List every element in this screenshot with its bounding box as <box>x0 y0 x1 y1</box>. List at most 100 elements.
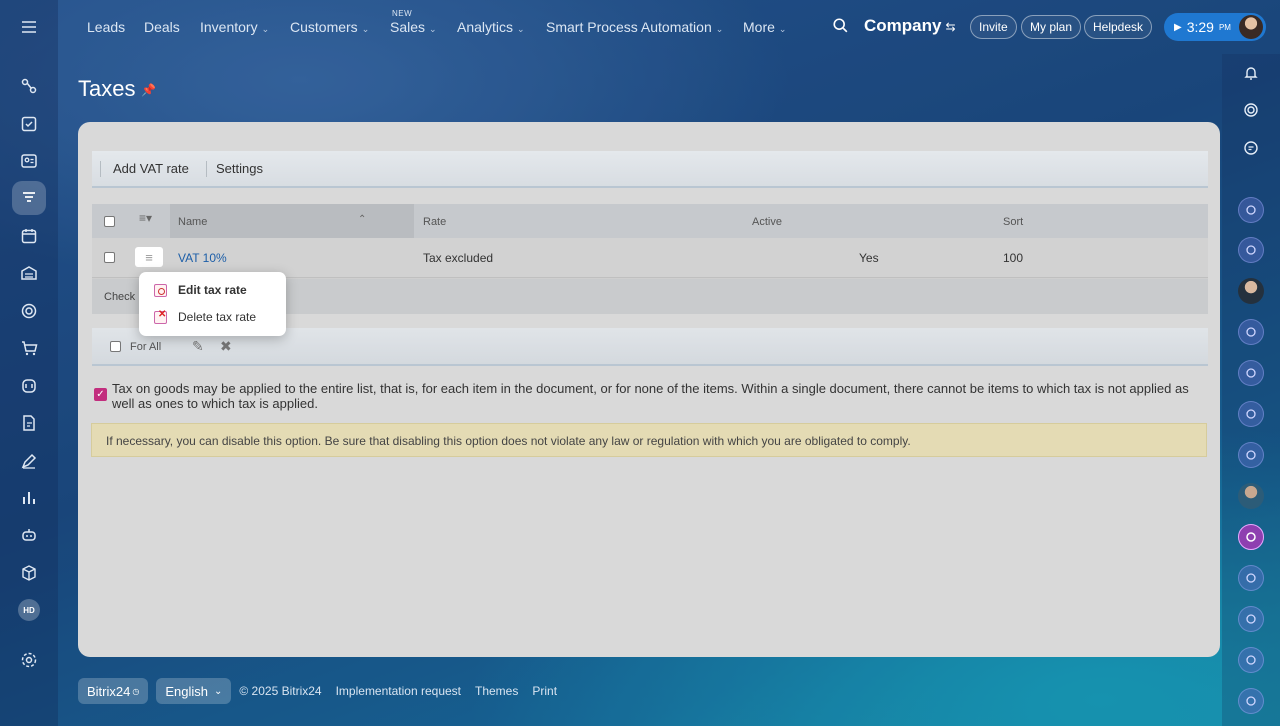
new-badge: NEW <box>392 9 413 18</box>
nav-smart-process[interactable]: Smart Process Automation ⌄ <box>546 19 723 35</box>
tax-option-checkbox[interactable]: ✓ <box>94 388 107 401</box>
page-footer: Bitrix24 ◷ English ⌄ © 2025 Bitrix24 Imple… <box>78 678 571 704</box>
left-sidebar: HD <box>0 0 58 726</box>
copilot-chat-icon[interactable] <box>1238 237 1264 263</box>
chat-icon[interactable] <box>1238 135 1264 161</box>
copilot-chat-icon[interactable] <box>1238 442 1264 468</box>
nav-inventory-label: Inventory <box>200 19 258 35</box>
nav-sales[interactable]: Sales ⌄ <box>390 19 437 35</box>
target-icon[interactable] <box>12 294 46 328</box>
copilot-chat-icon[interactable] <box>1238 197 1264 223</box>
nav-more[interactable]: More ⌄ <box>743 19 786 35</box>
contact-avatar[interactable] <box>1238 278 1264 304</box>
my-plan-label: My plan <box>1030 20 1073 34</box>
column-settings-icon[interactable]: ≡▾ <box>139 211 152 225</box>
chevron-down-icon: ⌄ <box>261 24 270 34</box>
chevron-down-icon: ⌄ <box>361 24 370 34</box>
row-actions-menu-icon[interactable]: ≡ <box>135 247 163 267</box>
document-icon[interactable] <box>12 406 46 440</box>
top-nav: Leads Deals Inventory ⌄ Customers ⌄ NEW Sa… <box>58 0 1280 54</box>
nav-inventory[interactable]: Inventory ⌄ <box>200 19 269 35</box>
add-vat-rate-button[interactable]: Add VAT rate <box>113 161 189 176</box>
copilot-chat-icon[interactable] <box>1238 524 1264 550</box>
headset-icon[interactable] <box>12 369 46 403</box>
toolbar-separator <box>100 161 101 177</box>
language-select[interactable]: English ⌄ <box>156 678 232 704</box>
edit-tax-rate-label: Edit tax rate <box>178 283 247 297</box>
helpdesk-button[interactable]: Helpdesk <box>1084 15 1153 39</box>
copilot-chat-icon[interactable] <box>1238 565 1264 591</box>
themes-link[interactable]: Themes <box>475 684 518 698</box>
copilot-icon[interactable] <box>1238 97 1264 123</box>
language-label: English <box>165 683 208 699</box>
for-all-label: For All <box>130 341 162 353</box>
select-all-checkbox[interactable] <box>104 216 115 227</box>
edit-icon <box>154 283 167 297</box>
nav-leads[interactable]: Leads <box>87 19 125 35</box>
warehouse-icon[interactable] <box>12 256 46 290</box>
row-checkbox[interactable] <box>104 252 115 263</box>
tasks-icon[interactable] <box>12 107 46 141</box>
calendar-icon[interactable] <box>12 219 46 253</box>
invite-label: Invite <box>979 20 1008 34</box>
helpdesk-label: Helpdesk <box>1093 20 1144 34</box>
implementation-request-link[interactable]: Implementation request <box>336 684 461 698</box>
delete-tax-rate-menu-item[interactable]: Delete tax rate <box>139 304 286 330</box>
nav-customers-label: Customers <box>290 19 358 35</box>
menu-icon[interactable] <box>12 10 46 44</box>
worktime-button[interactable]: ▶ 3:29 PM <box>1164 13 1266 41</box>
company-name: Company <box>864 16 942 35</box>
nav-analytics[interactable]: Analytics ⌄ <box>457 19 525 35</box>
swap-icon: ⇆ <box>945 20 956 34</box>
nav-customers[interactable]: Customers ⌄ <box>290 19 369 35</box>
copilot-chat-icon[interactable] <box>1238 606 1264 632</box>
contact-avatar[interactable] <box>1238 483 1264 509</box>
tax-active-cell: Yes <box>859 251 879 265</box>
copilot-chat-icon[interactable] <box>1238 319 1264 345</box>
edit-tax-rate-menu-item[interactable]: Edit tax rate <box>139 277 286 303</box>
copilot-chat-icon[interactable] <box>1238 360 1264 386</box>
row-context-menu: Edit tax rate Delete tax rate <box>139 272 286 336</box>
worktime-suffix: PM <box>1218 22 1231 32</box>
chevron-down-icon: ⌄ <box>715 24 724 34</box>
bitrix24-button[interactable]: Bitrix24 ◷ <box>78 678 149 704</box>
column-header-sort[interactable]: Sort <box>1003 216 1023 228</box>
column-header-rate[interactable]: Rate <box>423 216 446 228</box>
contact-card-icon[interactable] <box>12 144 46 178</box>
bell-icon[interactable] <box>1238 60 1264 86</box>
settings-gear-icon[interactable] <box>12 643 46 677</box>
robot-icon[interactable] <box>12 518 46 552</box>
for-all-checkbox[interactable] <box>110 341 121 352</box>
delete-x-icon[interactable]: ✖ <box>220 338 232 355</box>
column-header-name[interactable]: Name <box>178 216 207 228</box>
company-switcher[interactable]: Company ⇆ <box>864 16 956 36</box>
edit-pencil-icon[interactable]: ✎ <box>192 338 204 355</box>
chevron-down-icon: ⌄ <box>213 685 223 697</box>
crm-icon[interactable] <box>12 69 46 103</box>
user-avatar[interactable] <box>1239 15 1263 39</box>
column-header-active[interactable]: Active <box>752 216 782 228</box>
sort-asc-icon[interactable]: ⌃ <box>358 214 366 225</box>
print-link[interactable]: Print <box>532 684 557 698</box>
copilot-chat-icon[interactable] <box>1238 688 1264 714</box>
funnel-icon[interactable] <box>12 181 46 215</box>
worktime-clock: 3:29 <box>1186 19 1214 35</box>
search-icon[interactable] <box>832 17 852 37</box>
warning-text: If necessary, you can disable this optio… <box>106 434 911 448</box>
box-icon[interactable] <box>12 556 46 590</box>
chevron-down-icon: ⌄ <box>778 24 787 34</box>
copilot-chat-icon[interactable] <box>1238 647 1264 673</box>
invite-button[interactable]: Invite <box>970 15 1017 39</box>
nav-deals-label: Deals <box>144 19 180 35</box>
pin-icon[interactable]: 📌 <box>141 83 156 97</box>
my-plan-button[interactable]: My plan <box>1021 15 1082 39</box>
cart-icon[interactable] <box>12 331 46 365</box>
pencil-icon[interactable] <box>12 444 46 478</box>
hd-item[interactable]: HD <box>12 593 46 627</box>
analytics-icon[interactable] <box>12 481 46 515</box>
settings-button[interactable]: Settings <box>216 161 263 176</box>
tax-name-link[interactable]: VAT 10% <box>178 251 227 265</box>
hd-badge: HD <box>18 599 40 621</box>
copilot-chat-icon[interactable] <box>1238 401 1264 427</box>
nav-deals[interactable]: Deals <box>144 19 180 35</box>
